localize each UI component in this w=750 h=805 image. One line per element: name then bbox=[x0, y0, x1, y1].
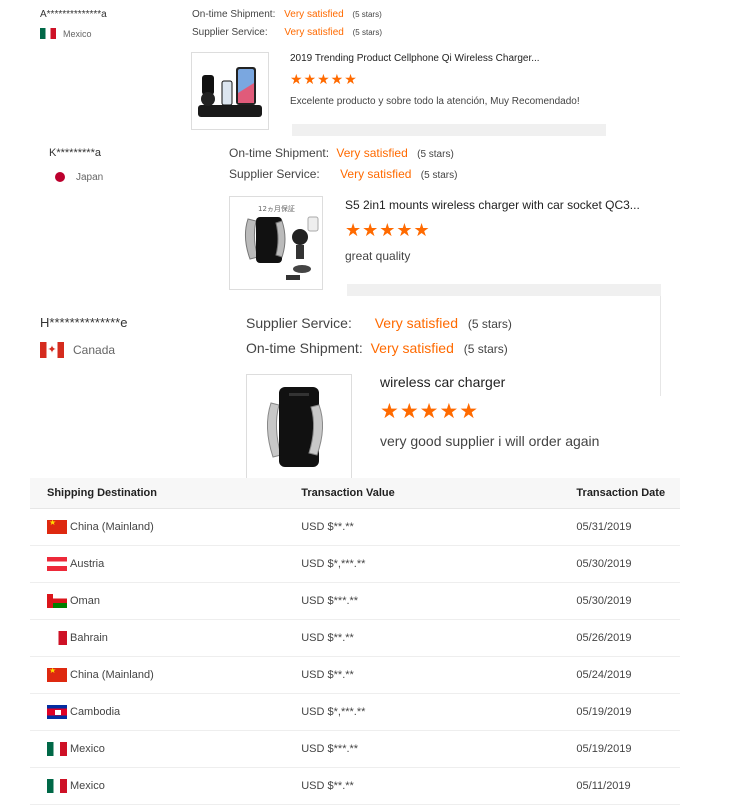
mexico-flag-icon bbox=[47, 742, 67, 756]
table-row: Cambodia USD $*,***.** 05/19/2019 bbox=[30, 694, 680, 731]
review-comment: great quality bbox=[345, 249, 411, 263]
rating-note: (5 stars) bbox=[463, 342, 508, 356]
canada-flag-icon bbox=[40, 342, 64, 358]
reviewer-country: Mexico bbox=[40, 28, 92, 39]
table-header: Shipping Destination Transaction Value T… bbox=[30, 478, 680, 509]
transaction-value: USD $**.** bbox=[301, 669, 354, 681]
transaction-value: USD $**.** bbox=[301, 632, 354, 644]
product-title[interactable]: 2019 Trending Product Cellphone Qi Wirel… bbox=[290, 53, 610, 64]
image-caption: 12ヵ月保証 bbox=[258, 204, 295, 213]
transaction-date: 05/30/2019 bbox=[576, 558, 632, 570]
transaction-date: 05/26/2019 bbox=[576, 632, 632, 644]
reviewer-name: H**************e bbox=[40, 315, 128, 330]
product-title[interactable]: S5 2in1 mounts wireless charger with car… bbox=[345, 198, 655, 212]
mexico-flag-icon bbox=[40, 28, 56, 39]
transaction-date: 05/24/2019 bbox=[576, 669, 632, 681]
rating-label: Supplier Service: bbox=[246, 315, 352, 331]
transaction-value: USD $*,***.** bbox=[301, 558, 366, 570]
column-header-date: Transaction Date bbox=[576, 487, 666, 499]
rating-label: On-time Shipment: bbox=[246, 340, 363, 356]
destination: China (Mainland) bbox=[70, 521, 154, 533]
column-header-destination: Shipping Destination bbox=[47, 487, 157, 499]
product-title[interactable]: wireless car charger bbox=[380, 374, 680, 390]
bahrain-flag-icon bbox=[55, 631, 67, 645]
transaction-value: USD $**.** bbox=[301, 521, 354, 533]
destination: Oman bbox=[70, 595, 100, 607]
rating-row: On-time Shipment: Very satisfied (5 star… bbox=[229, 146, 454, 160]
product-thumbnail[interactable]: 12ヵ月保証 bbox=[229, 196, 323, 290]
rating-label: Supplier Service: bbox=[229, 167, 320, 181]
reviewer-name: A**************a bbox=[40, 9, 107, 20]
star-rating-icon: ★★★★★ bbox=[345, 220, 431, 240]
table-row: Mexico USD $***.** 05/19/2019 bbox=[30, 731, 680, 768]
table-row: China (Mainland) USD $**.** 05/24/2019 bbox=[30, 657, 680, 694]
transaction-value: USD $***.** bbox=[301, 595, 359, 607]
reply-box bbox=[292, 124, 606, 136]
rating-value: Very satisfied bbox=[336, 146, 408, 160]
table-row: Bahrain USD $**.** 05/26/2019 bbox=[30, 620, 680, 657]
japan-flag-icon bbox=[53, 170, 67, 184]
rating-value: Very satisfied bbox=[284, 27, 344, 38]
transaction-value: USD $**.** bbox=[301, 780, 354, 792]
austria-flag-icon bbox=[47, 557, 67, 571]
rating-row: On-time Shipment: Very satisfied (5 star… bbox=[192, 9, 382, 20]
oman-flag-icon bbox=[47, 594, 67, 608]
transaction-date: 05/31/2019 bbox=[576, 521, 632, 533]
rating-row: On-time Shipment: Very satisfied (5 star… bbox=[246, 340, 508, 356]
reviewer-country: Canada bbox=[40, 342, 115, 358]
rating-row: Supplier Service: Very satisfied (5 star… bbox=[229, 167, 457, 181]
rating-note: (5 stars) bbox=[352, 28, 382, 37]
china-flag-icon bbox=[47, 668, 67, 682]
rating-note: (5 stars) bbox=[417, 149, 454, 160]
transaction-value: USD $***.** bbox=[301, 743, 359, 755]
rating-note: (5 stars) bbox=[420, 170, 458, 181]
review-comment: Excelente producto y sobre todo la atenc… bbox=[290, 96, 580, 107]
transaction-date: 05/19/2019 bbox=[576, 706, 632, 718]
table-row: Mexico USD $**.** 05/11/2019 bbox=[30, 768, 680, 805]
destination: China (Mainland) bbox=[70, 669, 154, 681]
transaction-date: 05/11/2019 bbox=[576, 780, 631, 792]
star-rating-icon: ★★★★★ bbox=[290, 71, 358, 87]
table-row: China (Mainland) USD $**.** 05/31/2019 bbox=[30, 509, 680, 546]
country-label: Japan bbox=[76, 171, 104, 183]
transaction-date: 05/19/2019 bbox=[576, 743, 632, 755]
table-row: Austria USD $*,***.** 05/30/2019 bbox=[30, 546, 680, 583]
reply-box bbox=[347, 284, 661, 296]
rating-label: On-time Shipment: bbox=[192, 9, 276, 20]
destination: Bahrain bbox=[70, 632, 108, 644]
transaction-value: USD $*,***.** bbox=[301, 706, 366, 718]
product-thumbnail[interactable] bbox=[246, 374, 352, 480]
rating-value: Very satisfied bbox=[370, 340, 454, 356]
rating-note: (5 stars) bbox=[352, 10, 382, 19]
country-label: Canada bbox=[73, 343, 116, 357]
reviewer-name: K*********a bbox=[49, 147, 101, 159]
column-header-value: Transaction Value bbox=[301, 487, 395, 499]
product-thumbnail[interactable] bbox=[191, 52, 269, 130]
mexico-flag-icon bbox=[47, 779, 67, 793]
rating-row: Supplier Service: Very satisfied (5 star… bbox=[192, 27, 382, 38]
reviewer-country: Japan bbox=[53, 170, 103, 184]
transaction-date: 05/30/2019 bbox=[576, 595, 632, 607]
destination: Mexico bbox=[70, 743, 105, 755]
rating-label: Supplier Service: bbox=[192, 27, 268, 38]
destination: Austria bbox=[70, 558, 105, 570]
transaction-table: Shipping Destination Transaction Value T… bbox=[30, 478, 680, 805]
destination: Mexico bbox=[70, 780, 105, 792]
rating-value: Very satisfied bbox=[340, 167, 412, 181]
rating-row: Supplier Service: Very satisfied (5 star… bbox=[246, 315, 512, 331]
table-row: Oman USD $***.** 05/30/2019 bbox=[30, 583, 680, 620]
rating-value: Very satisfied bbox=[284, 9, 344, 20]
review-comment: very good supplier i will order again bbox=[380, 433, 600, 449]
rating-value: Very satisfied bbox=[374, 315, 458, 331]
china-flag-icon bbox=[47, 520, 67, 534]
country-label: Mexico bbox=[63, 28, 92, 39]
star-rating-icon: ★★★★★ bbox=[380, 400, 480, 423]
cambodia-flag-icon bbox=[47, 705, 67, 719]
rating-label: On-time Shipment: bbox=[229, 146, 330, 160]
destination: Cambodia bbox=[70, 706, 121, 718]
rating-note: (5 stars) bbox=[467, 317, 512, 331]
